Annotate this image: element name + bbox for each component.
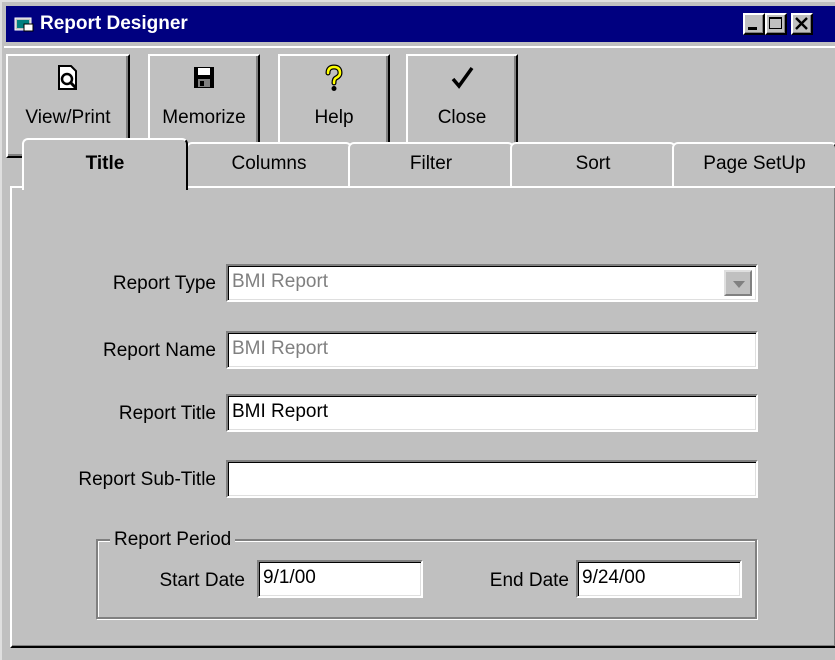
minimize-icon [748,27,757,30]
report-type-select[interactable]: BMI Report [226,264,758,302]
close-icon [795,17,808,30]
end-date-field[interactable]: 9/24/00 [576,560,742,598]
start-date-label: Start Date [159,570,245,591]
checkmark-icon [451,66,474,89]
report-title-field[interactable]: BMI Report [226,394,758,432]
report-designer-window: Report Designer View/Print Memorize Help… [0,0,835,660]
title-bar: Report Designer [6,6,835,42]
maximize-button[interactable] [765,13,787,35]
toolbar-separator [4,46,835,48]
window-title: Report Designer [40,13,188,34]
report-subtitle-field[interactable] [226,460,758,498]
tab-title[interactable]: Title [22,138,188,190]
chevron-down-icon [733,281,745,288]
report-title-label: Report Title [118,403,216,424]
start-date-value: 9/1/00 [263,567,316,588]
view-print-label: View/Print [25,107,111,128]
help-label: Help [314,107,354,128]
app-icon [14,17,34,32]
report-name-field[interactable]: BMI Report [226,331,758,369]
report-name-value: BMI Report [232,338,329,359]
report-type-value: BMI Report [232,271,329,292]
report-type-label: Report Type [112,273,216,294]
tab-columns[interactable]: Columns [186,142,352,186]
tab-filter[interactable]: Filter [348,142,514,186]
start-date-field[interactable]: 9/1/00 [257,560,423,598]
report-period-label: Report Period [110,529,236,551]
minimize-button[interactable] [743,13,765,35]
close-window-button[interactable] [791,13,813,35]
report-type-dropdown-button[interactable] [724,270,752,296]
active-tab-joint [24,184,186,190]
end-date-value: 9/24/00 [582,567,646,588]
save-disk-icon [194,67,214,88]
help-question-icon [325,64,343,91]
report-name-label: Report Name [103,340,216,361]
maximize-icon [769,17,782,29]
memorize-label: Memorize [162,107,246,128]
end-date-label: End Date [489,570,569,591]
close-label: Close [437,107,487,128]
tab-sort[interactable]: Sort [510,142,676,186]
report-title-value: BMI Report [232,401,329,422]
report-subtitle-label: Report Sub-Title [78,469,216,490]
tab-page-setup[interactable]: Page SetUp [672,142,835,186]
print-preview-icon [58,65,78,90]
